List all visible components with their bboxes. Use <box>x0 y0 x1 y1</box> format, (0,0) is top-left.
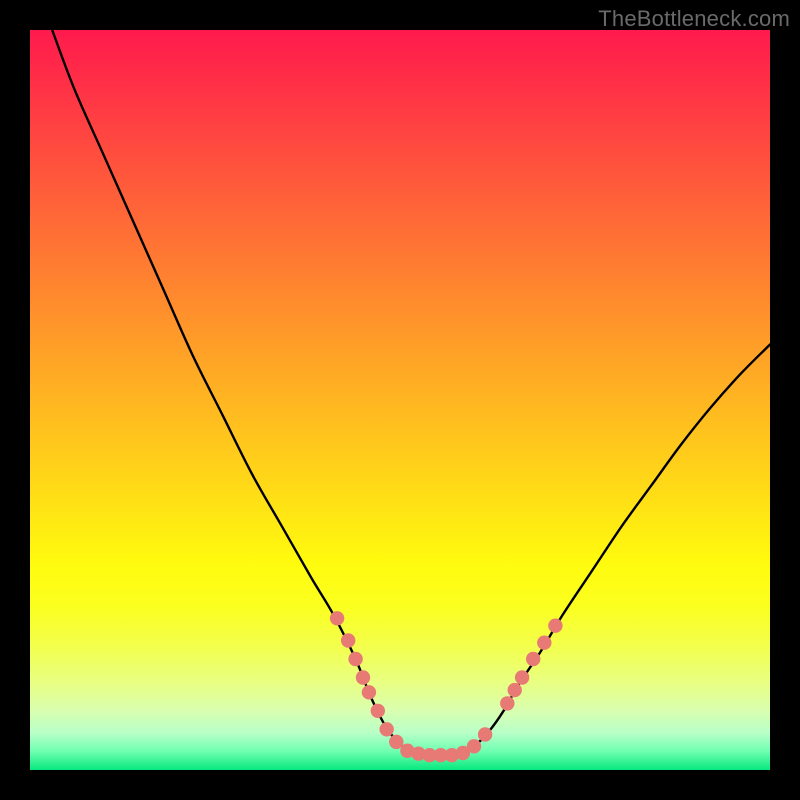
data-dot <box>500 696 514 710</box>
curve-layer <box>30 30 770 770</box>
data-dot <box>548 619 562 633</box>
plot-area <box>30 30 770 770</box>
data-dot <box>537 636 551 650</box>
data-dot <box>356 670 370 684</box>
data-dot <box>348 652 362 666</box>
data-dot <box>478 727 492 741</box>
chart-frame: TheBottleneck.com <box>0 0 800 800</box>
data-dot <box>341 633 355 647</box>
watermark-text: TheBottleneck.com <box>598 6 790 32</box>
data-dot <box>362 685 376 699</box>
data-dot <box>371 704 385 718</box>
data-dot <box>508 683 522 697</box>
data-dot <box>526 652 540 666</box>
data-dot <box>515 670 529 684</box>
data-dot <box>379 722 393 736</box>
bottleneck-curve <box>52 30 770 755</box>
data-dot <box>467 739 481 753</box>
data-dot <box>330 611 344 625</box>
